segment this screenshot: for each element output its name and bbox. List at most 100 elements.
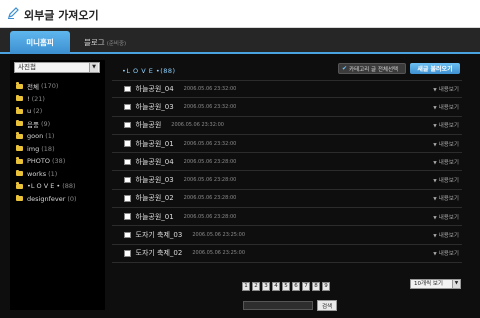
post-title: 도자기 축제_02 [135, 249, 183, 258]
category-name: works [27, 169, 47, 178]
post-list-panel: •L O V E •(88) ✔ 카테고리 글 전체선택 새글 불러오기 하늘공… [112, 60, 474, 312]
tab-minihompy[interactable]: 미니홈피 [10, 31, 70, 54]
post-date: 2006.05.06 23:25:00 [192, 250, 246, 257]
category-count: (1) [48, 169, 58, 178]
pencil-icon [8, 7, 19, 19]
category-item[interactable]: img (18) [16, 143, 104, 156]
import-new-posts-button[interactable]: 새글 불러오기 [410, 63, 460, 74]
select-all-label: 카테고리 글 전체선택 [349, 66, 399, 73]
view-content-link[interactable]: ▼ 내용보기 [433, 103, 459, 111]
category-count: (170) [40, 82, 59, 91]
category-name: •L O V E • [27, 182, 61, 191]
category-name: img [27, 144, 40, 153]
category-item[interactable]: 전체 (170) [16, 80, 104, 93]
category-name: 음풍 [27, 120, 39, 129]
view-content-link[interactable]: ▼ 내용보기 [433, 121, 459, 129]
page-size-select[interactable]: 10개씩 보기 ▼ [410, 279, 461, 289]
post-title: 하늘공원_02 [135, 194, 174, 203]
post-checkbox[interactable] [124, 121, 131, 129]
post-row: 하늘공원 2006.05.06 23:32:00 ▼ 내용보기 [112, 117, 462, 135]
post-date: 2006.05.06 23:32:00 [183, 86, 237, 93]
post-checkbox[interactable] [124, 176, 131, 184]
page-link-3[interactable]: 3 [262, 282, 270, 291]
category-list: 전체 (170) ! (21) u (2) 음풍 (9) goon (1) img (18)… [16, 80, 104, 205]
category-item[interactable]: works (1) [16, 168, 104, 181]
view-content-label: 내용보기 [438, 87, 459, 94]
chevron-down-icon[interactable]: ▼ [89, 63, 98, 72]
folder-icon [16, 107, 23, 114]
select-all-button[interactable]: ✔ 카테고리 글 전체선택 [338, 63, 406, 74]
category-name: 전체 [27, 83, 39, 92]
post-checkbox[interactable] [124, 85, 131, 93]
post-title: 하늘공원_03 [135, 102, 174, 111]
category-name: designfever [27, 194, 66, 203]
page-link-8[interactable]: 8 [312, 282, 320, 291]
post-row: 하늘공원_02 2006.05.06 23:28:00 ▼ 내용보기 [112, 190, 462, 209]
category-item[interactable]: 음풍 (9) [16, 118, 104, 131]
post-row: 하늘공원_01 2006.05.06 23:32:00 ▼ 내용보기 [112, 135, 462, 154]
post-date: 2006.05.06 23:32:00 [183, 140, 237, 147]
page-link-1[interactable]: 1 [242, 282, 250, 291]
page-link-4[interactable]: 4 [272, 282, 280, 291]
view-content-link[interactable]: ▼ 내용보기 [433, 140, 459, 148]
category-name: goon [27, 132, 44, 141]
page-link-5[interactable]: 5 [282, 282, 290, 291]
category-item[interactable]: designfever (0) [16, 193, 104, 206]
tab-blog-sub: (준비중) [106, 41, 127, 47]
view-content-link[interactable]: ▼ 내용보기 [433, 85, 459, 93]
page-link-6[interactable]: 6 [292, 282, 300, 291]
post-checkbox[interactable] [124, 140, 131, 147]
category-item[interactable]: PHOTO (38) [16, 155, 104, 168]
post-checkbox[interactable] [124, 103, 131, 111]
arrow-down-icon: ▼ [433, 215, 437, 221]
post-row: 하늘공원_04 2006.05.06 23:28:00 ▼ 내용보기 [112, 153, 462, 172]
view-content-label: 내용보기 [438, 214, 459, 221]
view-content-link[interactable]: ▼ 내용보기 [433, 158, 459, 166]
view-content-link[interactable]: ▼ 내용보기 [433, 194, 459, 202]
view-content-link[interactable]: ▼ 내용보기 [433, 213, 459, 221]
view-content-link[interactable]: ▼ 내용보기 [433, 231, 459, 239]
page-link-9[interactable]: 9 [322, 282, 330, 291]
view-content-label: 내용보기 [438, 178, 459, 185]
post-title: 하늘공원_04 [135, 157, 174, 166]
category-count: (88) [62, 182, 76, 191]
post-date: 2006.05.06 23:28:00 [183, 158, 237, 165]
tab-blog[interactable]: 블로그 (준비중) [84, 37, 126, 48]
page-link-2[interactable]: 2 [252, 282, 260, 291]
post-date: 2006.05.06 23:32:00 [171, 122, 224, 129]
post-checkbox[interactable] [124, 195, 131, 202]
source-select[interactable]: 사진첩 ▼ [14, 62, 100, 73]
category-count: (9) [40, 119, 51, 128]
category-title: •L O V E •(88) [122, 67, 176, 75]
folder-icon [16, 119, 23, 127]
post-date: 2006.05.06 23:28:00 [183, 213, 237, 220]
post-row: 하늘공원_01 2006.05.06 23:28:00 ▼ 내용보기 [112, 208, 462, 227]
post-title: 하늘공원 [135, 121, 162, 130]
post-title: 하늘공원_01 [135, 212, 174, 221]
chevron-down-icon[interactable]: ▼ [452, 280, 460, 288]
post-checkbox[interactable] [124, 158, 131, 166]
folder-icon [16, 82, 23, 89]
post-title: 하늘공원_04 [135, 85, 174, 94]
arrow-down-icon: ▼ [433, 179, 437, 185]
post-checkbox[interactable] [124, 213, 131, 220]
post-checkbox[interactable] [124, 250, 131, 257]
search-input[interactable] [243, 301, 313, 310]
search-button[interactable]: 검색 [317, 300, 337, 311]
page-link-7[interactable]: 7 [302, 282, 310, 291]
category-item[interactable]: goon (1) [16, 130, 104, 143]
post-checkbox[interactable] [124, 231, 131, 239]
post-title: 도자기 축제_03 [135, 231, 183, 240]
pagination: 1 2 3 4 5 6 7 8 9 [242, 282, 330, 291]
view-content-link[interactable]: ▼ 내용보기 [433, 176, 459, 184]
post-row: 하늘공원_03 2006.05.06 23:28:00 ▼ 내용보기 [112, 171, 462, 190]
category-item[interactable]: •L O V E • (88) [16, 180, 104, 193]
category-item[interactable]: u (2) [16, 105, 104, 118]
view-content-link[interactable]: ▼ 내용보기 [433, 249, 459, 257]
view-content-label: 내용보기 [438, 233, 459, 240]
view-content-label: 내용보기 [438, 141, 459, 148]
category-item[interactable]: ! (21) [16, 93, 104, 106]
category-count: (38) [52, 157, 66, 166]
tab-bar: 미니홈피 블로그 (준비중) [0, 28, 480, 54]
post-list: 하늘공원_04 2006.05.06 23:32:00 ▼ 내용보기 하늘공원_03 2… [112, 80, 462, 263]
